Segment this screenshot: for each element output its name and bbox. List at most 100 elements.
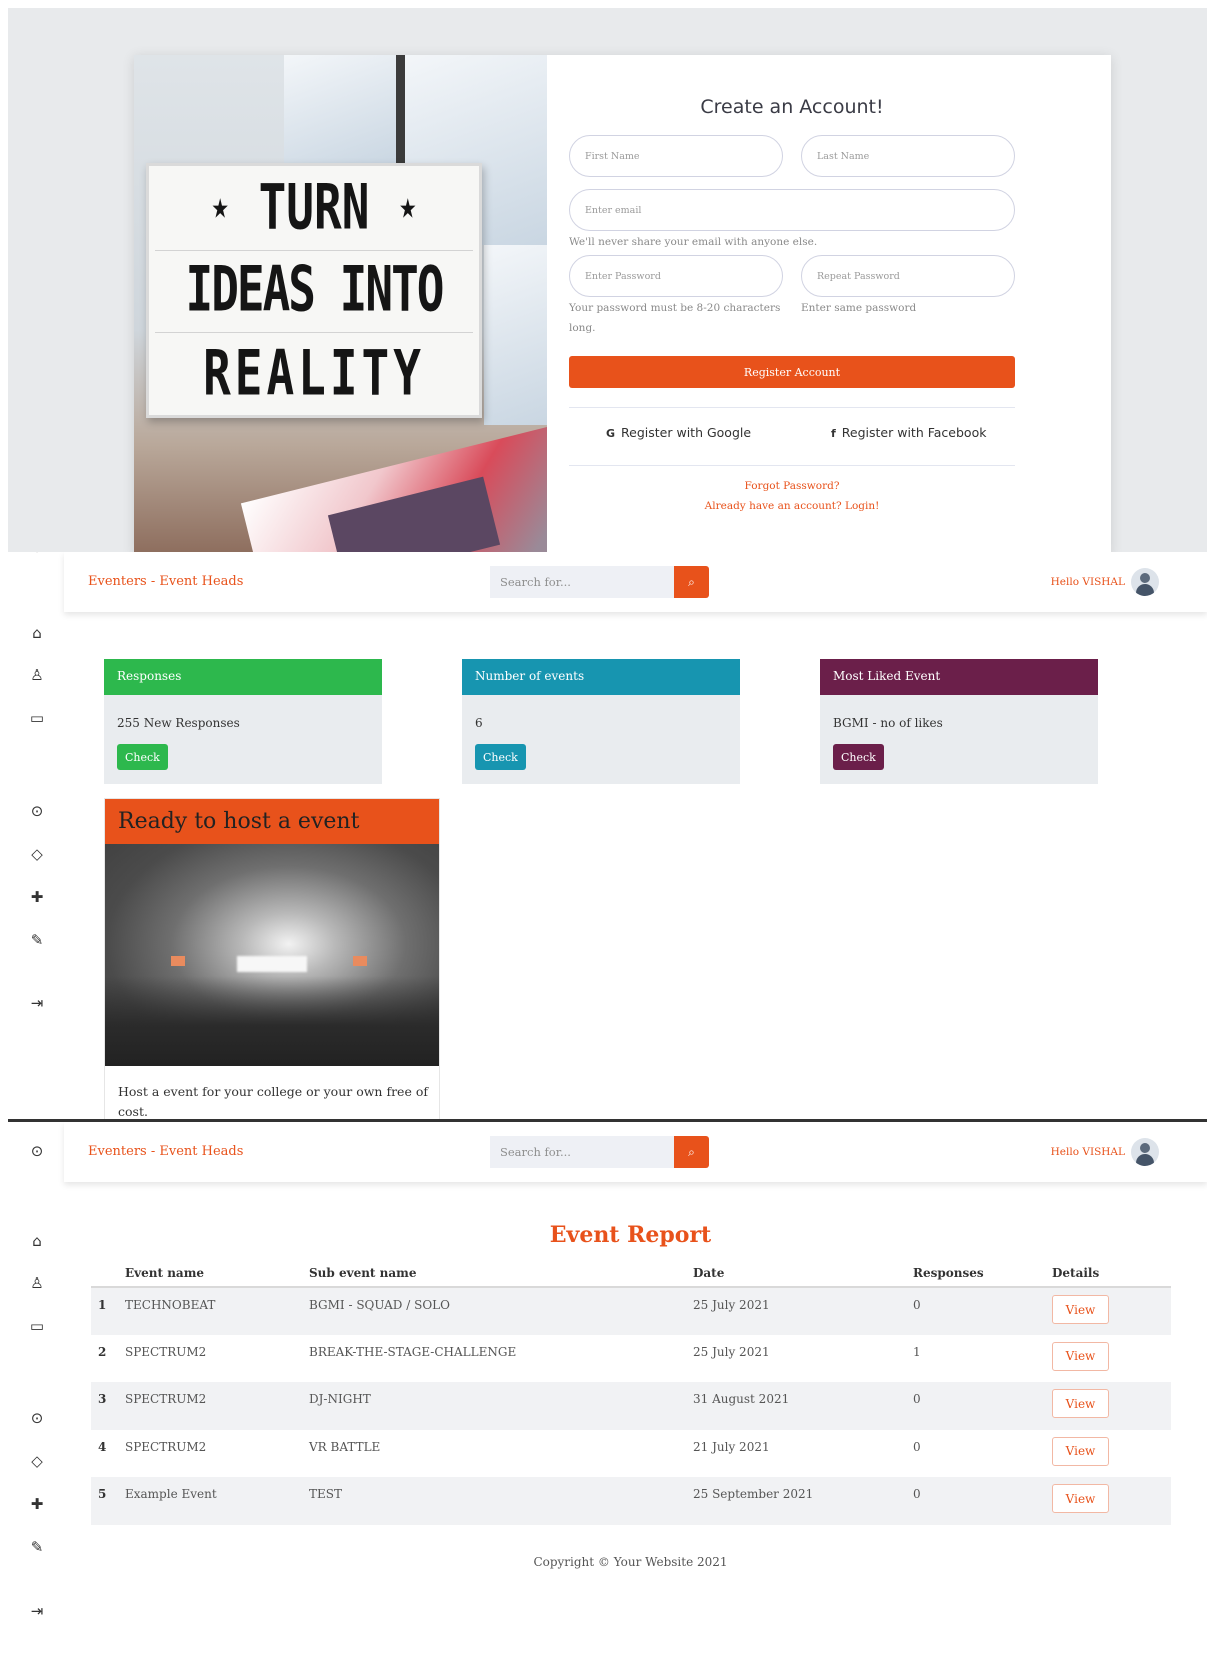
chat-icon[interactable]: ▭ bbox=[28, 709, 46, 727]
home-icon[interactable]: ⌂ bbox=[28, 624, 46, 642]
avatar bbox=[1131, 568, 1159, 596]
google-icon: G bbox=[606, 427, 616, 440]
response-count: 0 bbox=[913, 1298, 921, 1312]
event-date: 21 July 2021 bbox=[693, 1439, 770, 1454]
password-input[interactable] bbox=[569, 255, 783, 297]
response-count: 1 bbox=[913, 1344, 921, 1359]
event-report-table: Event name Sub event name Date Responses… bbox=[91, 1260, 1171, 1525]
email-input[interactable] bbox=[569, 189, 1015, 231]
target-icon[interactable]: ⊙ bbox=[28, 1409, 46, 1427]
table-row: 2 SPECTRUM2 BREAK-THE-STAGE-CHALLENGE 25… bbox=[91, 1335, 1171, 1383]
response-count: 0 bbox=[913, 1487, 921, 1501]
column-header: Responses bbox=[913, 1260, 1052, 1288]
lightbox-sign: ★ TURN ★ IDEAS INTO REALITY bbox=[146, 163, 482, 418]
user-menu[interactable]: Hello VISHAL bbox=[1051, 566, 1159, 598]
register-account-button[interactable]: Register Account bbox=[569, 356, 1015, 388]
view-button[interactable]: View bbox=[1052, 1295, 1109, 1324]
view-button[interactable]: View bbox=[1052, 1341, 1109, 1371]
tag-icon[interactable]: ◇ bbox=[28, 845, 46, 863]
register-google-button[interactable]: G Register with Google bbox=[606, 425, 751, 440]
event-name: SPECTRUM2 bbox=[125, 1392, 207, 1406]
chat-icon[interactable]: ▭ bbox=[28, 1317, 46, 1335]
target-icon[interactable]: ⊙ bbox=[28, 802, 46, 820]
concert-image bbox=[105, 844, 439, 1066]
check-events-button[interactable]: Check bbox=[475, 744, 526, 770]
logout-icon[interactable]: ⇥ bbox=[28, 1602, 46, 1620]
event-date: 25 July 2021 bbox=[693, 1344, 770, 1359]
row-number: 3 bbox=[98, 1392, 107, 1406]
email-help-text: We'll never share your email with anyone… bbox=[569, 236, 818, 248]
tag-icon[interactable]: ◇ bbox=[28, 1452, 46, 1470]
host-event-card: Ready to host a event Host a event for y… bbox=[104, 798, 440, 1120]
view-button[interactable]: View bbox=[1052, 1436, 1109, 1466]
first-name-input[interactable] bbox=[569, 135, 783, 177]
event-date: 31 August 2021 bbox=[693, 1392, 790, 1406]
register-screen: ★ TURN ★ IDEAS INTO REALITY Create an Acco… bbox=[8, 8, 1207, 552]
user-menu[interactable]: Hello VISHAL bbox=[1051, 1136, 1159, 1168]
settings-icon[interactable]: ⊙ bbox=[28, 552, 46, 556]
event-name: SPECTRUM2 bbox=[125, 1439, 207, 1454]
promo-image: ★ TURN ★ IDEAS INTO REALITY bbox=[134, 55, 547, 552]
facebook-icon: f bbox=[831, 427, 836, 440]
repeat-password-input[interactable] bbox=[801, 255, 1015, 297]
search-input[interactable] bbox=[490, 1136, 674, 1168]
register-card: ★ TURN ★ IDEAS INTO REALITY Create an Acco… bbox=[134, 55, 1111, 552]
user-greeting: Hello VISHAL bbox=[1050, 1146, 1125, 1158]
event-date: 25 September 2021 bbox=[693, 1487, 814, 1501]
host-card-title: Ready to host a event bbox=[105, 799, 439, 844]
settings-icon[interactable]: ⊙ bbox=[28, 1142, 46, 1160]
edit-icon[interactable]: ✎ bbox=[28, 1538, 46, 1556]
register-title: Create an Account! bbox=[700, 96, 884, 118]
divider bbox=[569, 407, 1015, 408]
add-icon[interactable]: ✚ bbox=[28, 1495, 46, 1513]
table-row: 1 TECHNOBEAT BGMI - SQUAD / SOLO 25 July… bbox=[91, 1287, 1171, 1335]
logout-icon[interactable]: ⇥ bbox=[28, 994, 46, 1012]
promo-line-3: REALITY bbox=[203, 336, 425, 410]
last-name-input[interactable] bbox=[801, 135, 1015, 177]
dashboard-screen: ⊙ ⌂ ♙ ▭ ⊙ ◇ ✚ ✎ ⇥ Eventers - Event Heads… bbox=[0, 552, 1207, 1120]
search-input[interactable] bbox=[490, 566, 674, 598]
row-number: 5 bbox=[98, 1487, 107, 1501]
login-link[interactable]: Already have an account? Login! bbox=[569, 500, 1015, 512]
column-header: Event name bbox=[125, 1260, 309, 1288]
event-date: 25 July 2021 bbox=[693, 1298, 770, 1312]
response-count: 0 bbox=[913, 1439, 921, 1454]
sub-event-name: BREAK-THE-STAGE-CHALLENGE bbox=[309, 1344, 517, 1359]
host-card-text: Host a event for your college or your ow… bbox=[118, 1084, 428, 1119]
view-button[interactable]: View bbox=[1052, 1484, 1109, 1513]
check-most-liked-button[interactable]: Check bbox=[833, 744, 884, 770]
card-header: Number of events bbox=[462, 659, 740, 695]
table-header-row: Event name Sub event name Date Responses… bbox=[91, 1260, 1171, 1288]
card-text: BGMI - no of likes bbox=[833, 716, 943, 730]
search-bar: ⌕ bbox=[490, 1136, 709, 1168]
add-icon[interactable]: ✚ bbox=[28, 888, 46, 906]
edit-icon[interactable]: ✎ bbox=[28, 931, 46, 949]
column-header: Sub event name bbox=[309, 1260, 693, 1288]
brand-title[interactable]: Eventers - Event Heads bbox=[88, 1144, 243, 1159]
sidebar: ⊙ ⌂ ♙ ▭ ⊙ ◇ ✚ ✎ ⇥ bbox=[8, 1122, 64, 1671]
response-count: 0 bbox=[913, 1392, 921, 1406]
user-greeting: Hello VISHAL bbox=[1050, 576, 1125, 588]
forgot-password-link[interactable]: Forgot Password? bbox=[569, 480, 1015, 492]
column-header bbox=[91, 1260, 125, 1288]
brand-title[interactable]: Eventers - Event Heads bbox=[88, 574, 243, 589]
password-help-text: Your password must be 8-20 characters lo… bbox=[569, 302, 781, 334]
register-facebook-button[interactable]: f Register with Facebook bbox=[831, 425, 986, 440]
search-button[interactable]: ⌕ bbox=[674, 566, 709, 598]
card-header: Responses bbox=[104, 659, 382, 695]
event-name: Example Event bbox=[125, 1487, 217, 1501]
user-icon[interactable]: ♙ bbox=[28, 1274, 46, 1292]
report-title: Event Report bbox=[549, 1222, 712, 1248]
check-responses-button[interactable]: Check bbox=[117, 744, 168, 770]
card-header: Most Liked Event bbox=[820, 659, 1098, 695]
card-text: 6 bbox=[475, 716, 483, 730]
search-bar: ⌕ bbox=[490, 566, 709, 598]
row-number: 4 bbox=[98, 1439, 107, 1454]
sidebar: ⊙ ⌂ ♙ ▭ ⊙ ◇ ✚ ✎ ⇥ bbox=[8, 552, 64, 1120]
user-icon[interactable]: ♙ bbox=[28, 666, 46, 684]
topbar: Eventers - Event Heads ⌕ Hello VISHAL bbox=[64, 552, 1207, 612]
search-button[interactable]: ⌕ bbox=[674, 1136, 709, 1168]
card-text: 255 New Responses bbox=[117, 716, 240, 730]
view-button[interactable]: View bbox=[1052, 1389, 1109, 1418]
event-name: TECHNOBEAT bbox=[125, 1298, 216, 1312]
